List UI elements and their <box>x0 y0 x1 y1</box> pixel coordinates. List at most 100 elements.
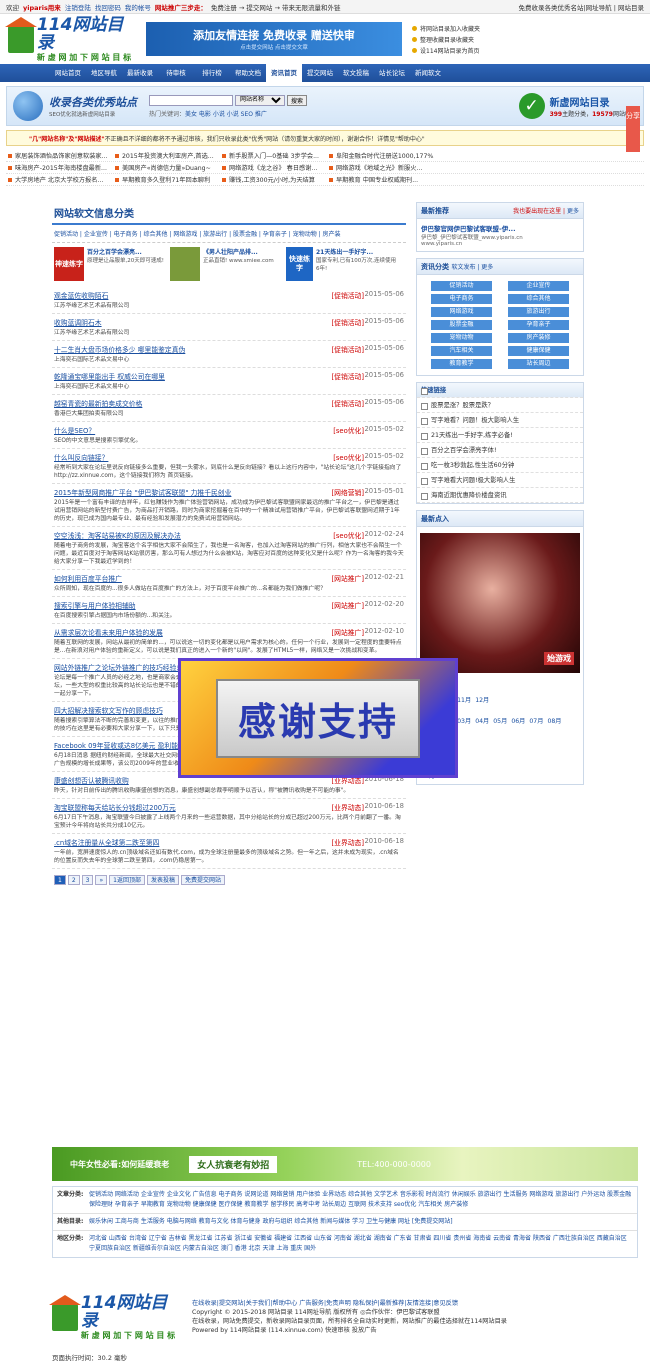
article-title[interactable]: 十二生肖大盘币场价格多少 哪里能鉴定真伪 <box>54 344 185 354</box>
article-title[interactable]: 乾隆通宝哪里能出手 权威公司在哪里 <box>54 371 165 381</box>
image-ad[interactable]: 快速练字 21天练出一手好字... 国家专利,已有100万次,连续使用6年! <box>286 247 398 283</box>
category-button[interactable]: 网络游戏 <box>431 307 492 317</box>
article-category[interactable]: [业界动态] <box>324 837 365 847</box>
category-button[interactable]: 旅游出行 <box>508 307 569 317</box>
category-button[interactable]: 汽车相关 <box>431 346 492 356</box>
other-directory-links[interactable]: 娱乐休闲 工商与商 生活服务 电脑与网络 教育与文化 体育与健身 政府与组织 综… <box>89 1217 453 1227</box>
organize-link[interactable]: 整理收藏目录收藏夹 <box>412 35 480 44</box>
find-password-link[interactable]: 找回密码 <box>95 2 121 12</box>
archive-month-link[interactable]: 08月 <box>547 716 561 725</box>
nav-pending[interactable]: 待审核 <box>158 64 194 82</box>
promo-steps[interactable]: 免费注册 → 提交网站 → 带来无限流量和外链 <box>211 2 341 12</box>
footer-links[interactable]: 在线收录|提交网站|关于我们|帮助中心 广告服务|免责声明 隐私保护|最新推荐|… <box>192 1299 507 1308</box>
category-button[interactable]: 企业宣传 <box>508 281 569 291</box>
appear-here-link[interactable]: 我也要出现在这里 <box>513 208 561 215</box>
article-category[interactable]: [促销活动] <box>324 317 365 327</box>
page-2[interactable]: 2 <box>67 875 80 885</box>
nav-latest[interactable]: 最新收录 <box>122 64 158 82</box>
article-title[interactable]: 什么叫反向链接？ <box>54 452 108 462</box>
article-category[interactable]: [促销活动] <box>324 344 365 354</box>
article-title[interactable]: .cn域名注册量从全球第二跌至第四 <box>54 837 159 847</box>
back-top-button[interactable]: 1返回顶部 <box>109 875 145 885</box>
article-category[interactable]: [业界动态] <box>324 802 365 812</box>
image-ad[interactable]: 神速练字 百分之百学会漂亮... 原理是让品服单,20天即可速成! <box>54 247 166 283</box>
article-category[interactable]: [网络营销] <box>324 487 365 497</box>
article-title[interactable]: 观金蓝佐收购陌石 <box>54 290 108 300</box>
share-button[interactable]: 分享 <box>626 106 640 152</box>
article-title[interactable]: 2015年新型网商推广平台 "伊巴黎试客联盟" 力推千民创业 <box>54 487 231 497</box>
article-title[interactable]: 什么是SEO？ <box>54 425 95 435</box>
quick-link[interactable]: 写字难看？问题！极大影响人生 <box>417 413 583 428</box>
nav-article-submit[interactable]: 软文投稿 <box>338 64 374 82</box>
nav-region[interactable]: 地区导航 <box>86 64 122 82</box>
page-3[interactable]: 3 <box>81 875 94 885</box>
article-title[interactable]: 四大招解决搜索软文写作的顾虑技巧 <box>54 705 163 715</box>
article-title[interactable]: 搜索引擎与用户体验相辅助 <box>54 600 136 610</box>
nav-submit[interactable]: 提交网站 <box>302 64 338 82</box>
archive-month-link[interactable]: 06月 <box>511 716 525 725</box>
quick-link[interactable]: 百分之百学会漂亮字体! <box>417 443 583 458</box>
category-button[interactable]: 健康保健 <box>508 346 569 356</box>
category-button[interactable]: 促销活动 <box>431 281 492 291</box>
category-button[interactable]: 宠物动物 <box>431 333 492 343</box>
category-button[interactable]: 房产装修 <box>508 333 569 343</box>
more-link[interactable]: 更多 <box>567 208 579 215</box>
hot-keyword-links[interactable]: 美女 电影 小说 小说 SEO 推广 <box>185 111 267 118</box>
text-ad[interactable]: 网络游戏《地域之光》新服火... <box>327 163 434 172</box>
article-category[interactable]: [促销活动] <box>324 290 365 300</box>
quick-link[interactable]: 吃一枚3秒勃起,性生活60分钟 <box>417 458 583 473</box>
text-ad[interactable]: 2015年投资澳大利亚房产,首选... <box>113 151 220 160</box>
text-ad[interactable]: 赚钱,工资300元/小时,为天结算 <box>220 175 327 184</box>
video-ad[interactable]: 始游戏 <box>420 533 580 673</box>
text-ad[interactable]: 新手股票入门—0基础 3步学会... <box>220 151 327 160</box>
article-category[interactable]: [seo优化] <box>324 530 364 540</box>
article-title[interactable]: 网站外链推广之论坛外链推广的技巧经验总结 <box>54 662 190 672</box>
archive-month-link[interactable]: 04月 <box>475 716 489 725</box>
nav-help[interactable]: 帮助文档 <box>230 64 266 82</box>
article-category[interactable]: [seo优化] <box>324 452 364 462</box>
nav-softnews[interactable]: 新闻软文 <box>410 64 446 82</box>
article-title[interactable]: 从需求层次论看未来用户体验的发展 <box>54 627 163 637</box>
nav-ranking[interactable]: 排行榜 <box>194 64 230 82</box>
quick-link[interactable]: 股票是涨？股票是跌？ <box>417 398 583 413</box>
archive-month-link[interactable]: 11月 <box>457 695 471 704</box>
site-logo[interactable]: 114网站目录 新 虚 网 加 下 网 站 目 标 <box>5 16 140 62</box>
text-ad[interactable]: 大学房地产 北京大学校方报名... <box>6 175 113 184</box>
post-article-button[interactable]: 发表投稿 <box>146 875 179 885</box>
article-title[interactable]: 淘宝联盟称每天给站长分钱超过200万元 <box>54 802 176 812</box>
article-category[interactable]: [网站推广] <box>324 600 365 610</box>
search-button[interactable]: 搜索 <box>287 94 308 106</box>
category-button[interactable]: 电子商务 <box>431 294 492 304</box>
quick-link[interactable]: 21天练出一手好字,练字必备! <box>417 428 583 443</box>
article-category[interactable]: [网站推广] <box>324 573 365 583</box>
submit-site-button[interactable]: 免费提交网站 <box>181 875 226 885</box>
nav-news[interactable]: 资讯首页 <box>266 64 302 82</box>
category-button[interactable]: 综合其他 <box>508 294 569 304</box>
category-button[interactable]: 股票金融 <box>431 320 492 330</box>
category-links[interactable]: 促销活动 | 企业宣传 | 电子商务 | 综合其他 | 网络游戏 | 旅游出行 … <box>52 225 406 243</box>
article-category-links[interactable]: 促销活动 网络活动 企业宣传 企业文化 广告信息 电子商务 说网论道 网络营销 … <box>89 1190 633 1210</box>
article-category[interactable]: [促销活动] <box>324 398 365 408</box>
recommend-item[interactable]: 伊巴黎官网伊巴黎试客联盟-伊... 伊巴黎_伊巴黎试客联盟_www.yipari… <box>417 219 583 251</box>
bookmark-link[interactable]: 将网站目录加入收藏夹 <box>412 24 480 33</box>
archive-month-link[interactable]: 05月 <box>493 716 507 725</box>
my-account-link[interactable]: 我的帐号 <box>125 2 151 12</box>
article-title[interactable]: 如何利用百度平台推广 <box>54 573 122 583</box>
search-input[interactable] <box>149 94 233 106</box>
category-button[interactable]: 教育教学 <box>431 359 492 369</box>
header-banner[interactable]: 添加友情连接 免费收录 赠送快审 点击提交网站 点击提交文章 <box>146 22 402 56</box>
article-category[interactable]: [网站推广] <box>324 627 365 637</box>
text-ad[interactable]: 早期教育多久登利71年回本聊利 <box>113 175 220 184</box>
text-ad[interactable]: 阜阳金融合时代注册送1000,177%... <box>327 151 434 160</box>
nav-forum[interactable]: 站长论坛 <box>374 64 410 82</box>
article-category[interactable]: [促销活动] <box>324 371 365 381</box>
page-next[interactable]: » <box>95 875 108 885</box>
thanks-overlay[interactable]: 感谢支持 <box>178 658 458 778</box>
quick-link[interactable]: 海南近期优惠降价楼盘资讯 <box>417 488 583 503</box>
category-button[interactable]: 孕育亲子 <box>508 320 569 330</box>
archive-month-link[interactable]: 12月 <box>475 695 489 704</box>
username-link[interactable]: yiparis用来 <box>23 2 61 12</box>
image-ad[interactable]: 《男人壮阳产品排... 正品直销! www.smiee.com <box>170 247 282 283</box>
text-ad[interactable]: 早期教育 中国专业权威期刊... <box>327 175 434 184</box>
footer-banner-ad[interactable]: 中年女性必看:如何延缓衰老 女人抗衰老有妙招 TEL:400-000-0000 <box>52 1147 638 1181</box>
